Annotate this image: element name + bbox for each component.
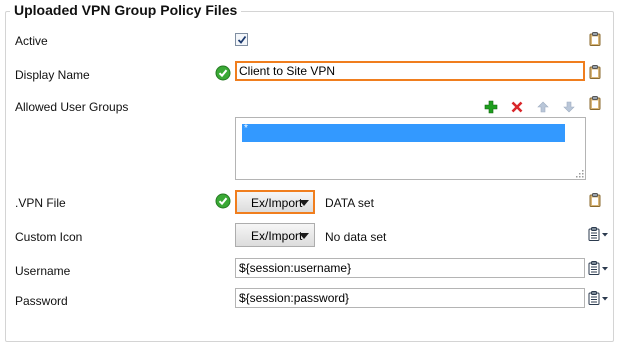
vpn-file-status: DATA set (325, 196, 374, 210)
clipboard-menu-icon[interactable] (588, 261, 600, 275)
display-name-input[interactable]: Client to Site VPN (235, 61, 585, 81)
password-input[interactable]: ${session:password} (235, 288, 585, 308)
username-label: Username (15, 264, 71, 278)
clipboard-icon[interactable] (589, 65, 601, 79)
allowed-user-groups-label: Allowed User Groups (15, 100, 129, 114)
arrow-up-icon[interactable] (535, 99, 551, 115)
chevron-down-icon (299, 200, 309, 206)
custom-icon-label: Custom Icon (15, 230, 83, 244)
user-groups-listbox[interactable]: * (235, 117, 586, 180)
custom-icon-status: No data set (325, 230, 387, 244)
clipboard-icon[interactable] (589, 32, 601, 46)
chevron-down-icon[interactable] (602, 233, 608, 237)
chevron-down-icon[interactable] (602, 297, 608, 301)
clipboard-icon[interactable] (589, 96, 601, 110)
clipboard-menu-icon[interactable] (588, 291, 600, 305)
display-name-label: Display Name (15, 68, 90, 82)
valid-check-icon (215, 193, 231, 209)
password-label: Password (15, 294, 68, 308)
arrow-down-icon[interactable] (561, 99, 577, 115)
checkmark-icon (237, 35, 247, 44)
custom-icon-button-label: Ex/Import (251, 229, 303, 243)
chevron-down-icon (299, 233, 309, 239)
active-checkbox[interactable] (235, 33, 248, 46)
vpn-file-label: .VPN File (15, 196, 66, 210)
plus-icon[interactable] (483, 99, 499, 115)
chevron-down-icon[interactable] (602, 267, 608, 271)
vpn-file-button-label: Ex/Import (251, 196, 303, 210)
panel-title: Uploaded VPN Group Policy Files (10, 2, 242, 18)
resize-grip-icon[interactable] (576, 170, 584, 178)
active-label: Active (15, 34, 48, 48)
valid-check-icon (215, 65, 231, 81)
red-x-icon[interactable] (509, 99, 525, 115)
clipboard-menu-icon[interactable] (588, 227, 600, 241)
username-input[interactable]: ${session:username} (235, 258, 585, 278)
clipboard-icon[interactable] (589, 193, 601, 207)
list-item-selected[interactable]: * (242, 124, 565, 142)
vpn-file-ex-import-button[interactable]: Ex/Import (235, 190, 315, 214)
custom-icon-ex-import-button[interactable]: Ex/Import (235, 223, 315, 247)
